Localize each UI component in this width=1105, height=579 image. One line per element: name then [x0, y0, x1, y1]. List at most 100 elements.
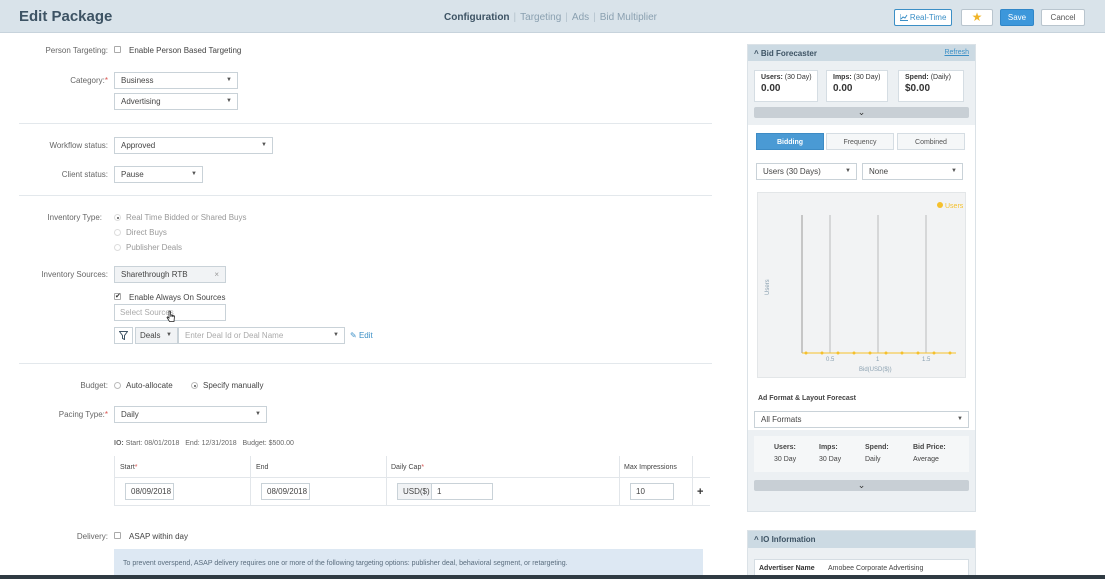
realtime-label: Real-Time: [909, 13, 947, 22]
pencil-icon: ✎: [350, 331, 357, 340]
io-start-value: 08/01/2018: [144, 440, 180, 447]
io-start-label: Start:: [125, 440, 143, 447]
category-select[interactable]: Business ▼: [114, 72, 238, 89]
table-border: [114, 456, 115, 506]
format-col-bid-price-period: Average: [913, 456, 939, 463]
required-marker: *: [421, 464, 425, 471]
dropdown-arrow-icon: ▼: [226, 98, 232, 104]
pacing-type-label-text: Pacing Type:: [58, 410, 105, 419]
io-label: IO:: [114, 440, 124, 447]
io-information-header[interactable]: ^ IO Information: [748, 531, 975, 548]
tab-frequency[interactable]: Frequency: [826, 133, 894, 150]
io-information-title: IO Information: [760, 535, 816, 544]
expand-stats-button[interactable]: ⌄: [754, 107, 969, 118]
deal-search-select[interactable]: Enter Deal Id or Deal Name ▼: [178, 327, 345, 344]
stat-spend-key: Spend: (Daily): [905, 74, 963, 81]
required-marker: *: [104, 410, 108, 419]
flight-start-input[interactable]: 08/09/2018: [125, 483, 174, 500]
inventory-source-tag: Sharethrough RTB ×: [114, 266, 226, 283]
inventory-type-radio-rtb[interactable]: [114, 214, 121, 221]
y-axis-label: Users: [765, 279, 771, 295]
x-tick: 1: [876, 357, 880, 363]
stat-users-key: Users: (30 Day): [761, 74, 817, 81]
workflow-status-value: Approved: [121, 141, 156, 150]
metric-select[interactable]: Users (30 Days) ▼: [756, 163, 857, 180]
col-start-header: Start*: [120, 464, 138, 471]
x-axis-label: Bid(USD($)): [859, 367, 892, 373]
remove-tag-icon[interactable]: ×: [214, 267, 219, 282]
tab-configuration[interactable]: Configuration: [444, 12, 510, 23]
client-status-select[interactable]: Pause ▼: [114, 166, 203, 183]
data-point: [852, 351, 856, 355]
client-status-value: Pause: [121, 170, 144, 179]
inventory-type-radio-publisher[interactable]: [114, 244, 121, 251]
asap-checkbox[interactable]: [114, 532, 121, 539]
chart-icon: [899, 13, 910, 22]
io-budget-label: Budget:: [242, 440, 267, 447]
format-col-spend-period: Daily: [865, 456, 881, 463]
format-col-bid-price-label: Bid Price:: [913, 444, 946, 451]
table-border: [386, 456, 387, 506]
tab-targeting[interactable]: Targeting: [520, 12, 561, 23]
filter-icon: [118, 331, 129, 341]
stat-users-value: 0.00: [761, 83, 781, 94]
format-col-users-label: Users:: [774, 444, 796, 451]
tab-bid-multiplier[interactable]: Bid Multiplier: [600, 12, 657, 23]
compare-select[interactable]: None ▼: [862, 163, 963, 180]
person-targeting-checkbox[interactable]: [114, 46, 121, 53]
deals-type-select[interactable]: Deals ▼: [135, 327, 178, 344]
budget-auto-radio[interactable]: [114, 382, 121, 389]
stat-users-label: Users:: [761, 74, 783, 81]
dropdown-arrow-icon: ▼: [957, 416, 963, 422]
edit-label: Edit: [358, 331, 373, 340]
io-summary: IO: Start: 08/01/2018 End: 12/31/2018 Bu…: [114, 440, 294, 447]
stat-users-period: (30 Day): [784, 74, 812, 81]
budget-label: Budget:: [80, 381, 108, 390]
io-end-label: End:: [185, 440, 200, 447]
budget-manual-radio[interactable]: [191, 382, 198, 389]
tab-bidding[interactable]: Bidding: [756, 133, 824, 150]
col-start-label: Start: [120, 464, 135, 471]
tab-combined[interactable]: Combined: [897, 133, 965, 150]
bid-forecaster-header[interactable]: ^ Bid Forecaster Refresh: [748, 45, 975, 61]
expand-format-button[interactable]: ⌄: [754, 480, 969, 491]
flight-end-input[interactable]: 08/09/2018: [261, 483, 310, 500]
cancel-button[interactable]: Cancel: [1041, 9, 1085, 26]
filter-button[interactable]: [114, 327, 133, 344]
format-col-imps-label: Imps:: [819, 444, 838, 451]
format-forecast-table: Users: 30 Day Imps: 30 Day Spend: Daily Bid…: [754, 436, 969, 472]
bid-forecaster-title: Bid Forecaster: [760, 49, 817, 58]
dropdown-arrow-icon: ▼: [951, 168, 957, 174]
max-impressions-input[interactable]: 10: [630, 483, 674, 500]
dropdown-arrow-icon: ▼: [333, 332, 339, 338]
inventory-type-radio-direct[interactable]: [114, 229, 121, 236]
realtime-button[interactable]: Real-Time: [894, 9, 952, 26]
stat-spend-period: (Daily): [930, 74, 951, 81]
deals-type-value: Deals: [140, 331, 161, 340]
save-button[interactable]: Save: [1000, 9, 1034, 26]
x-tick: 0.5: [826, 357, 835, 363]
always-on-checkbox[interactable]: ✔: [114, 293, 121, 300]
stat-spend: Spend: (Daily) $0.00: [898, 70, 964, 102]
daily-cap-input[interactable]: 1: [431, 483, 493, 500]
advertiser-label: Advertiser Name: [759, 565, 815, 572]
delivery-label: Delivery:: [76, 532, 108, 541]
currency-addon: USD($): [397, 483, 432, 500]
subcategory-select[interactable]: Advertising ▼: [114, 93, 238, 110]
section-divider: [19, 363, 712, 364]
category-label-text: Category:: [70, 76, 105, 85]
favorite-button[interactable]: ★: [961, 9, 993, 26]
edit-deals-link[interactable]: ✎ Edit: [350, 331, 373, 340]
refresh-link[interactable]: Refresh: [944, 49, 969, 56]
stat-imps-key: Imps: (30 Day): [833, 74, 887, 81]
mouse-cursor-icon: [166, 310, 176, 325]
col-max-impressions-header: Max Impressions: [624, 464, 677, 471]
pacing-type-select[interactable]: Daily ▼: [114, 406, 267, 423]
pacing-type-value: Daily: [121, 410, 139, 419]
data-point: [804, 351, 808, 355]
tab-ads[interactable]: Ads: [572, 12, 589, 23]
add-flight-button[interactable]: +: [697, 486, 703, 498]
ad-format-select[interactable]: All Formats ▼: [754, 411, 969, 428]
workflow-status-select[interactable]: Approved ▼: [114, 137, 273, 154]
data-point: [820, 351, 824, 355]
